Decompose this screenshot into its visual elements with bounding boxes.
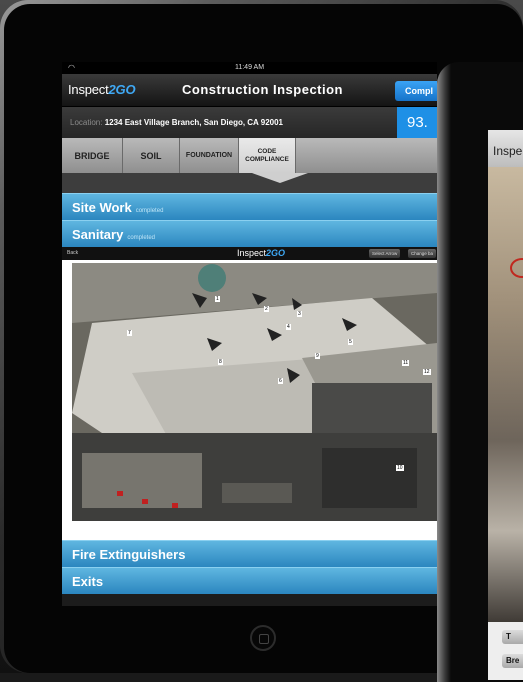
inner-logo-text: Inspect — [237, 248, 267, 258]
inner-logo: Inspect2GO — [237, 248, 285, 258]
section-exits[interactable]: Exits — [62, 567, 437, 594]
complete-button[interactable]: Compl — [395, 81, 437, 101]
marker-2[interactable]: 2 — [264, 306, 269, 312]
location-bar: Location: 1234 East Village Branch, San … — [62, 107, 437, 138]
active-tab-indicator — [252, 173, 308, 183]
marker-5[interactable]: 5 — [348, 339, 353, 345]
tab-code-compliance[interactable]: CODE COMPLIANCE — [239, 138, 296, 173]
marker-4[interactable]: 4 — [286, 324, 291, 330]
logo-go: 2GO — [108, 82, 136, 97]
score-badge: 93. — [397, 107, 437, 138]
location-text: Location: 1234 East Village Branch, San … — [70, 118, 283, 127]
back-button[interactable]: Back — [67, 250, 78, 256]
marker-3[interactable]: 3 — [297, 311, 302, 317]
section-fire-extinguishers[interactable]: Fire Extinguishers — [62, 540, 437, 567]
home-button[interactable] — [250, 625, 276, 651]
tab-bridge[interactable]: BRIDGE — [62, 138, 123, 173]
location-value: 1234 East Village Branch, San Diego, CA … — [104, 118, 284, 127]
marker-8[interactable]: 8 — [218, 359, 223, 365]
app-logo: Inspect2GO — [68, 82, 136, 97]
section-title: Sanitary — [72, 227, 124, 242]
page-title: Construction Inspection — [182, 82, 343, 97]
location-label: Location: — [70, 118, 103, 127]
second-button-bottom[interactable]: Bre — [502, 654, 523, 668]
marker-7[interactable]: 7 — [127, 330, 132, 336]
spacer — [62, 173, 437, 193]
marker-12[interactable]: 12 — [423, 369, 431, 375]
app-screen: ◠ 11:49 AM Inspect2GO Construction Inspe… — [62, 62, 437, 606]
second-page-title: Inspe — [493, 144, 523, 158]
second-photo — [488, 167, 523, 622]
status-time: 11:49 AM — [234, 64, 265, 71]
second-button-top[interactable]: T — [502, 630, 523, 644]
select-arrow-button[interactable]: Select Arrow — [369, 249, 401, 258]
marker-1[interactable]: 1 — [215, 296, 220, 302]
nav-bar: Inspect2GO Construction Inspection Compl — [62, 74, 437, 107]
status-bar: ◠ 11:49 AM — [62, 62, 437, 74]
tab-foundation[interactable]: FOUNDATION — [180, 138, 239, 173]
section-site-work[interactable]: Site Work completed — [62, 193, 437, 220]
photo-container: 1 2 3 4 5 6 7 8 9 10 11 12 — [62, 260, 437, 540]
marker-9[interactable]: 9 — [315, 353, 320, 359]
second-ipad-screen: Inspe T Bre — [488, 130, 523, 680]
section-status: completed — [127, 235, 155, 241]
category-tabs: BRIDGE SOIL FOUNDATION CODE COMPLIANCE — [62, 138, 437, 183]
section-title: Site Work — [72, 200, 132, 215]
section-title: Fire Extinguishers — [72, 547, 186, 562]
change-button[interactable]: Change ba — [408, 249, 437, 258]
aerial-photo[interactable]: 1 2 3 4 5 6 7 8 9 10 11 12 — [72, 263, 437, 521]
second-nav-bar: Inspe — [488, 130, 523, 167]
aerial-photo-graphic — [72, 263, 437, 521]
logo-text: Inspect — [68, 82, 109, 97]
section-status: completed — [135, 208, 164, 214]
marker-6[interactable]: 6 — [278, 378, 283, 384]
tab-soil[interactable]: SOIL — [123, 138, 180, 173]
inner-toolbar: Back Inspect2GO Select Arrow Change ba — [62, 247, 437, 260]
inner-logo-go: 2GO — [266, 248, 286, 258]
wifi-icon: ◠ — [68, 63, 75, 72]
marker-10[interactable]: 10 — [396, 465, 404, 471]
section-sanitary[interactable]: Sanitary completed — [62, 220, 437, 247]
marker-11[interactable]: 11 — [402, 360, 410, 366]
section-title: Exits — [72, 574, 104, 589]
